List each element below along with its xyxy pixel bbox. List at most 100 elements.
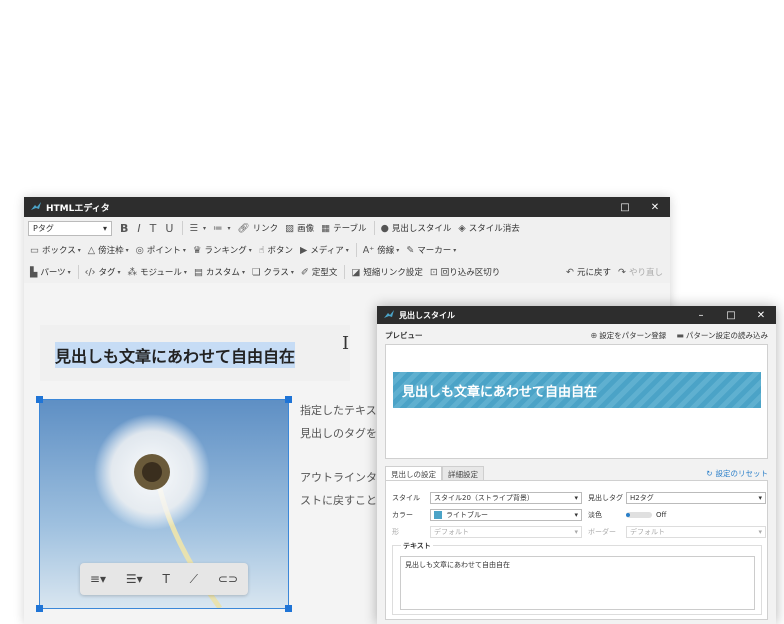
parts-button[interactable]: ▙ パーツ ▾ (30, 266, 71, 279)
tab-detail-settings[interactable]: 詳細設定 (442, 466, 484, 480)
ruler-icon[interactable]: ⟋ (190, 572, 198, 587)
maximize-icon[interactable]: □ (610, 202, 640, 213)
redo-button[interactable]: ↷ やり直し (618, 266, 663, 279)
accent-button[interactable]: A⁺ 傍線 ▾ (363, 244, 400, 257)
align-icon: ☰ (189, 222, 198, 234)
dialog-title: 見出しスタイル (399, 310, 455, 320)
heading-text[interactable]: 見出しも文章にあわせて自由自在 (55, 342, 296, 368)
underline-button[interactable]: U (165, 222, 173, 235)
resize-handle[interactable] (36, 605, 43, 612)
minimize-icon[interactable]: – (686, 310, 716, 321)
paragraph-line[interactable]: ストに戻すこと (300, 492, 377, 508)
text-label: テキスト (401, 541, 433, 551)
toolbar-divider (373, 221, 375, 235)
chevron-down-icon: ▾ (102, 223, 107, 233)
reset-button[interactable]: ↻ 設定のリセット (706, 466, 768, 480)
style-select[interactable]: スタイル20（ストライプ背景） ▾ (430, 491, 582, 504)
undo-label: 元に戻す (577, 268, 612, 278)
shape-select[interactable]: デフォルト ▾ (430, 525, 582, 538)
point-button[interactable]: ◎ ポイント ▾ (136, 244, 186, 257)
wrap-button[interactable]: ⊡ 回り込み区切り (429, 266, 500, 279)
link-icon[interactable]: ⊂⊃ (218, 572, 238, 586)
media-button[interactable]: ▶ メディア ▾ (300, 244, 349, 257)
table-label: テーブル (333, 224, 367, 234)
custom-icon: ▤ (193, 266, 203, 278)
paragraph-line[interactable]: 指定したテキス (300, 402, 377, 418)
wrap-text-icon[interactable]: ☰▾ (126, 572, 143, 586)
media-label: メディア (310, 246, 344, 256)
heading-block[interactable]: 見出しも文章にあわせて自由自在 (40, 325, 350, 381)
fixed-text-button[interactable]: ✐ 定型文 (301, 266, 337, 279)
redo-icon: ↷ (618, 266, 626, 278)
clear-style-button[interactable]: ◈ スタイル消去 (458, 222, 519, 235)
dandelion-image[interactable]: ≡▾ ☰▾ T ⟋ ⊂⊃ (39, 399, 289, 609)
shortcode-label: 短縮リンク設定 (363, 268, 423, 278)
tag-select-value: Pタグ (33, 223, 54, 233)
bullet-frame-button[interactable]: △ 傍注枠 ▾ (87, 244, 129, 257)
maximize-icon[interactable]: □ (716, 310, 746, 321)
list-button[interactable]: ≔ ▾ (213, 223, 231, 234)
close-icon[interactable]: ✕ (746, 310, 776, 321)
toolbar-divider (344, 265, 346, 279)
save-pattern-label: 設定をパターン登録 (599, 330, 667, 340)
save-pattern-button[interactable]: ⊕ 設定をパターン登録 (590, 330, 666, 341)
button-button[interactable]: ☝ ボタン (259, 244, 293, 257)
resize-handle[interactable] (285, 396, 292, 403)
tag-select[interactable]: Pタグ ▾ (28, 220, 112, 236)
app-icon (384, 310, 394, 318)
bold-button[interactable]: B (120, 222, 128, 235)
module-icon: ⁂ (127, 266, 138, 278)
paragraph-line[interactable]: アウトラインタ (300, 469, 377, 485)
shortcode-button[interactable]: ◪ 短縮リンク設定 (351, 266, 423, 279)
htag-select[interactable]: H2タグ ▾ (626, 491, 766, 504)
warning-icon: △ (87, 244, 96, 256)
border-select[interactable]: デフォルト ▾ (626, 525, 766, 538)
crown-icon: ♛ (192, 244, 202, 256)
dialog-titlebar: 見出しスタイル – □ ✕ (377, 306, 776, 324)
toolbar-divider (355, 243, 357, 257)
resize-handle[interactable] (36, 396, 43, 403)
chevron-down-icon: ▾ (758, 493, 762, 502)
load-pattern-button[interactable]: ▬ パターン設定の読み込み (676, 330, 768, 341)
strike-button[interactable]: T (150, 222, 157, 235)
toggle-knob (626, 512, 630, 517)
tag-button[interactable]: ‹/› タグ ▾ (85, 266, 121, 279)
image-button[interactable]: ▨ 画像 (285, 222, 314, 235)
text-input[interactable]: 見出しも文章にあわせて自由自在 (400, 556, 755, 610)
paragraph-line[interactable]: 見出しのタグを (300, 425, 377, 441)
app-icon (31, 202, 41, 210)
marker-button[interactable]: ✎ マーカー ▾ (406, 244, 456, 257)
tab-heading-settings[interactable]: 見出しの設定 (385, 466, 442, 480)
text-icon[interactable]: T (162, 572, 169, 586)
align-left-icon[interactable]: ≡▾ (90, 572, 106, 586)
wrap-icon: ⊡ (429, 266, 438, 278)
text-fieldset: テキスト 見出しも文章にあわせて自由自在 (392, 541, 762, 615)
table-button[interactable]: ▦ テーブル (321, 222, 367, 235)
accent-label: 傍線 (377, 246, 395, 256)
resize-handle[interactable] (285, 605, 292, 612)
shape-label: 形 (392, 527, 399, 536)
custom-button[interactable]: ▤ カスタム ▾ (193, 266, 245, 279)
box-icon: ▭ (30, 244, 39, 256)
undo-icon: ↶ (566, 266, 574, 278)
undo-button[interactable]: ↶ 元に戻す (566, 266, 612, 279)
color-select[interactable]: ライトブルー ▾ (430, 508, 582, 521)
heading-style-label: 見出しスタイル (391, 224, 452, 234)
play-icon: ▶ (300, 244, 308, 256)
text-cursor-icon: I (342, 333, 350, 354)
box-button[interactable]: ▭ ボックス ▾ (30, 244, 81, 257)
heading-style-button[interactable]: ● 見出しスタイル (381, 222, 452, 235)
chevron-down-icon: ▾ (758, 527, 762, 536)
italic-button[interactable]: I (137, 222, 140, 235)
ranking-button[interactable]: ♛ ランキング ▾ (192, 244, 252, 257)
light-toggle[interactable] (626, 511, 652, 518)
editor-title: HTMLエディタ (46, 203, 110, 214)
link-button[interactable]: 🔗︎ リンク (238, 222, 279, 235)
align-button[interactable]: ☰ ▾ (189, 223, 206, 234)
close-icon[interactable]: ✕ (640, 202, 670, 213)
box-label: ボックス (41, 246, 76, 256)
image-icon: ▨ (285, 222, 295, 234)
class-button[interactable]: ❏ クラス ▾ (252, 266, 294, 279)
light-toggle-value: Off (656, 510, 667, 519)
module-button[interactable]: ⁂ モジュール ▾ (127, 266, 187, 279)
